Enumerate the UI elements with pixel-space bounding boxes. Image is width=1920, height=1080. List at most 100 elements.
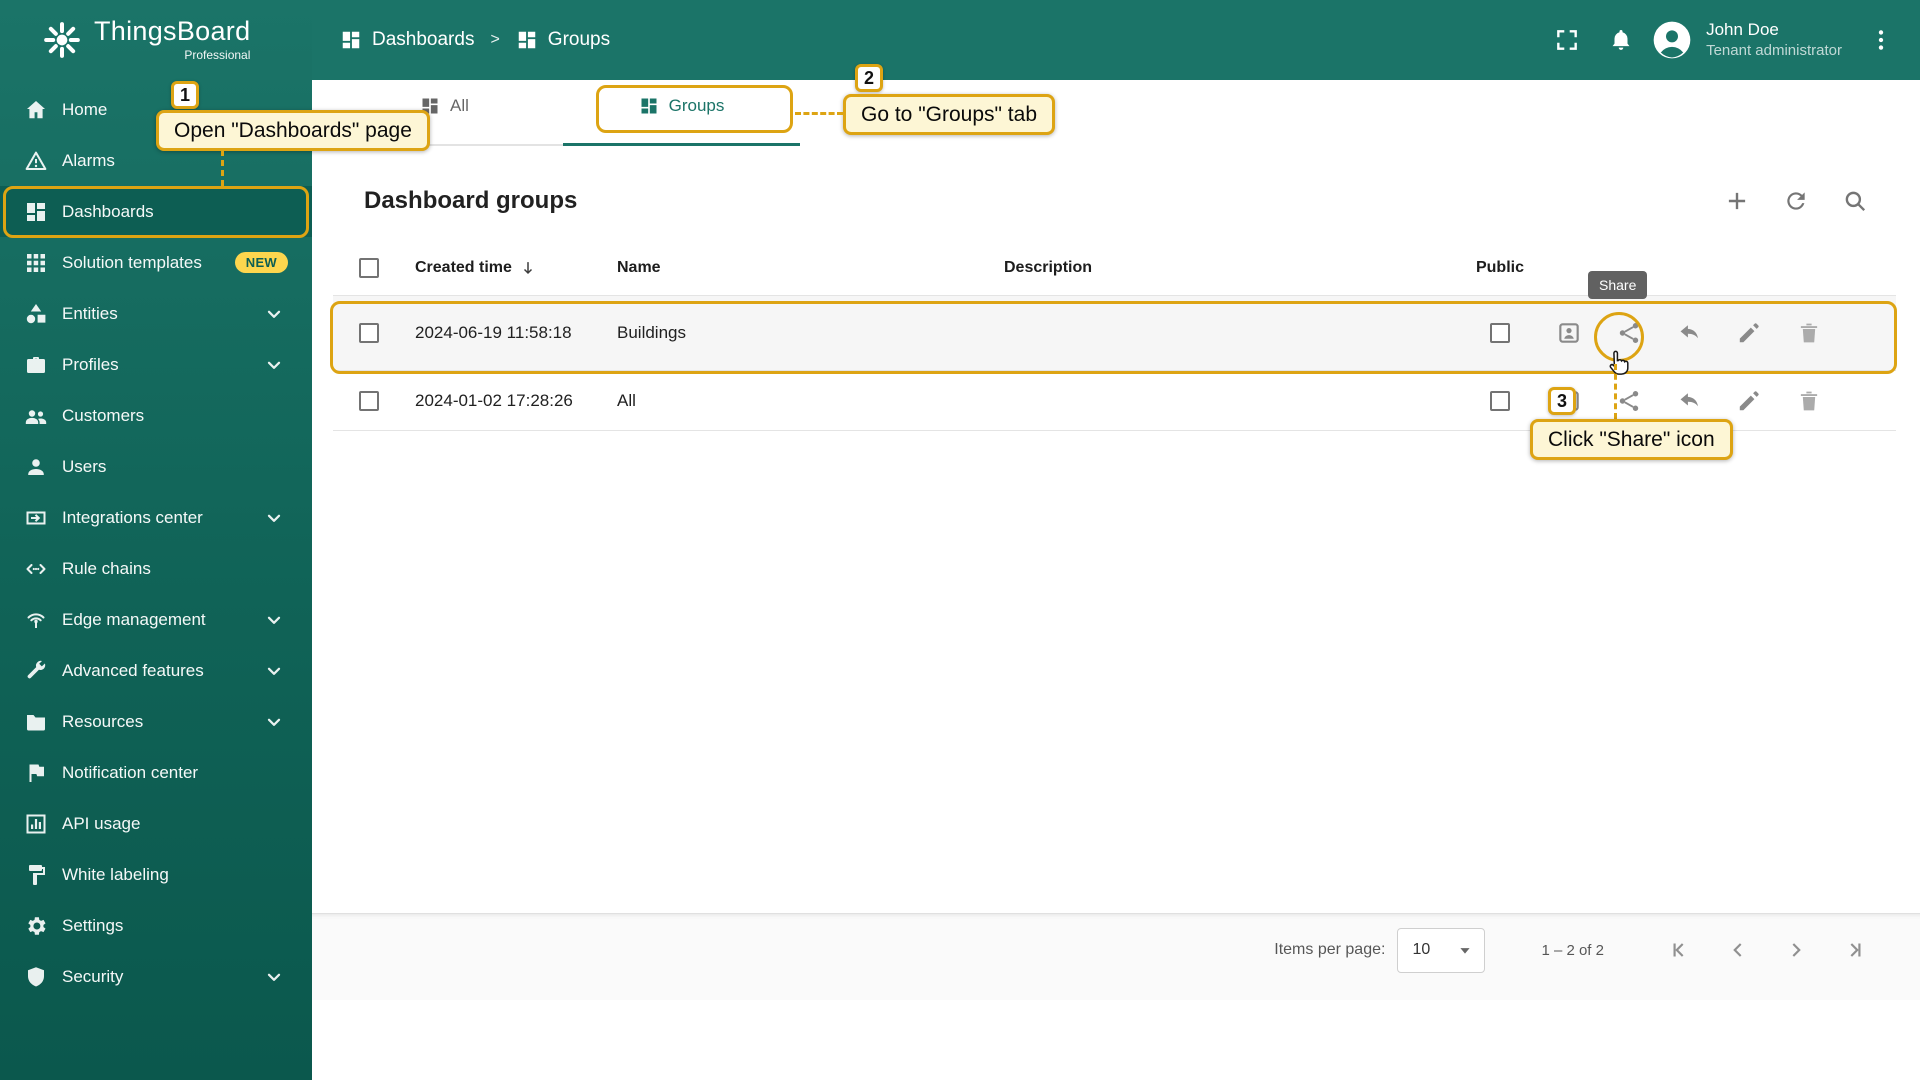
row-checkbox[interactable] bbox=[359, 390, 379, 411]
folder-icon bbox=[24, 710, 48, 734]
sidebar-item-entities[interactable]: Entities bbox=[0, 288, 312, 339]
topbar-actions: John Doe Tenant administrator bbox=[1544, 17, 1904, 63]
sidebar-item-label: Solution templates bbox=[62, 252, 202, 272]
table-row[interactable]: 2024-06-19 11:58:18 Buildings bbox=[333, 296, 1896, 371]
app-window: ThingsBoard Professional Home Alarms Das… bbox=[0, 0, 1920, 1080]
avatar[interactable] bbox=[1652, 20, 1692, 60]
sidebar-item-label: Edge management bbox=[62, 609, 206, 629]
edit-pencil-icon[interactable] bbox=[1736, 388, 1762, 414]
add-icon[interactable] bbox=[1724, 188, 1750, 214]
search-icon[interactable] bbox=[1842, 188, 1868, 214]
previous-page-button[interactable] bbox=[1716, 928, 1760, 972]
previous-page-icon bbox=[1725, 937, 1751, 963]
sidebar-item-customers[interactable]: Customers bbox=[0, 390, 312, 441]
undo-arrow-icon[interactable] bbox=[1676, 388, 1702, 414]
paginator: Items per page: 10 1 – 2 of 2 bbox=[312, 913, 1920, 1000]
public-checkbox[interactable] bbox=[1490, 390, 1510, 411]
sidebar-item-rule-chains[interactable]: Rule chains bbox=[0, 543, 312, 594]
sidebar-item-label: Advanced features bbox=[62, 660, 204, 680]
new-badge: NEW bbox=[234, 252, 288, 273]
brand-logo[interactable]: ThingsBoard Professional bbox=[0, 0, 312, 80]
antenna-icon bbox=[24, 608, 48, 632]
sidebar-item-api-usage[interactable]: API usage bbox=[0, 798, 312, 849]
chart-box-icon bbox=[24, 812, 48, 836]
sort-desc-icon[interactable] bbox=[518, 258, 538, 278]
tab-bar: All Groups bbox=[312, 80, 1920, 146]
share-nodes-icon[interactable] bbox=[1616, 320, 1642, 346]
more-menu-button[interactable] bbox=[1858, 17, 1904, 63]
column-header-created-time[interactable]: Created time bbox=[415, 259, 512, 277]
share-button person-badge-icon[interactable] bbox=[1556, 320, 1582, 346]
next-page-button[interactable] bbox=[1774, 928, 1818, 972]
sidebar-item-edge-management[interactable]: Edge management bbox=[0, 594, 312, 645]
sidebar-item-label: Profiles bbox=[62, 354, 119, 374]
category-icon bbox=[24, 302, 48, 326]
sidebar-item-advanced-features[interactable]: Advanced features bbox=[0, 645, 312, 696]
sidebar-item-dashboards[interactable]: Dashboards bbox=[0, 186, 312, 237]
column-header-description[interactable]: Description bbox=[993, 259, 1444, 277]
share-nodes-icon[interactable] bbox=[1616, 388, 1642, 414]
sidebar: ThingsBoard Professional Home Alarms Das… bbox=[0, 0, 312, 1080]
breadcrumb-label: Groups bbox=[547, 29, 611, 50]
chevron-down-icon bbox=[262, 710, 286, 734]
sidebar-item-solution-templates[interactable]: Solution templates NEW bbox=[0, 237, 312, 288]
sidebar-item-profiles[interactable]: Profiles bbox=[0, 339, 312, 390]
tab-groups[interactable]: Groups bbox=[563, 80, 800, 146]
column-header-name[interactable]: Name bbox=[603, 259, 993, 277]
breadcrumb-groups[interactable]: Groups bbox=[516, 29, 610, 51]
integration-icon bbox=[24, 506, 48, 530]
breadcrumb-dashboards[interactable]: Dashboards bbox=[340, 29, 474, 51]
tab-label: All bbox=[450, 96, 469, 115]
sidebar-item-label: White labeling bbox=[62, 864, 169, 884]
brand-name: ThingsBoard bbox=[94, 16, 251, 46]
user-info[interactable]: John Doe Tenant administrator bbox=[1706, 19, 1842, 61]
sidebar-item-label: Integrations center bbox=[62, 507, 203, 527]
sidebar-item-label: Users bbox=[62, 456, 107, 476]
first-page-button[interactable] bbox=[1658, 928, 1702, 972]
dashboards-icon bbox=[340, 29, 362, 51]
dashboards-icon bbox=[24, 200, 48, 224]
table-row[interactable]: 2024-01-02 17:28:26 All bbox=[333, 371, 1896, 431]
breadcrumb-label: Dashboards bbox=[372, 29, 475, 50]
tab-all[interactable]: All bbox=[326, 80, 563, 146]
sidebar-item-home[interactable]: Home bbox=[0, 84, 312, 135]
flag-icon bbox=[24, 761, 48, 785]
cell-name: All bbox=[617, 390, 636, 410]
public-checkbox[interactable] bbox=[1490, 323, 1510, 343]
share-button person-badge-icon[interactable] bbox=[1556, 388, 1582, 414]
next-page-icon bbox=[1783, 937, 1809, 963]
kebab-menu-icon bbox=[1868, 27, 1894, 53]
sidebar-item-label: Rule chains bbox=[62, 558, 151, 578]
sidebar-item-security[interactable]: Security bbox=[0, 951, 312, 1002]
delete-trash-icon[interactable] bbox=[1796, 320, 1822, 346]
select-all-checkbox[interactable] bbox=[359, 258, 379, 278]
user-name: John Doe bbox=[1706, 20, 1779, 40]
notifications-button[interactable] bbox=[1598, 17, 1644, 63]
last-page-button[interactable] bbox=[1832, 928, 1876, 972]
caret-down-icon bbox=[1454, 939, 1476, 961]
sidebar-item-settings[interactable]: Settings bbox=[0, 900, 312, 951]
sidebar-item-resources[interactable]: Resources bbox=[0, 696, 312, 747]
sidebar-item-white-labeling[interactable]: White labeling bbox=[0, 849, 312, 900]
sidebar-item-alarms[interactable]: Alarms bbox=[0, 135, 312, 186]
code-brackets-icon bbox=[24, 557, 48, 581]
fullscreen-button[interactable] bbox=[1544, 17, 1590, 63]
undo-arrow-icon[interactable] bbox=[1676, 320, 1702, 346]
items-per-page-select[interactable]: 10 bbox=[1397, 927, 1486, 973]
sidebar-item-users[interactable]: Users bbox=[0, 441, 312, 492]
fullscreen-icon bbox=[1554, 27, 1580, 53]
last-page-icon bbox=[1841, 937, 1867, 963]
delete-trash-icon[interactable] bbox=[1796, 388, 1822, 414]
sidebar-item-label: Alarms bbox=[62, 150, 115, 170]
main-area: Dashboards > Groups John Doe Tenant admi… bbox=[312, 0, 1920, 1080]
row-checkbox[interactable] bbox=[359, 323, 379, 343]
items-per-page-label: Items per page: bbox=[1274, 941, 1386, 958]
sidebar-item-label: Customers bbox=[62, 405, 145, 425]
wrench-icon bbox=[24, 659, 48, 683]
edit-pencil-icon[interactable] bbox=[1736, 320, 1762, 346]
sidebar-item-integrations-center[interactable]: Integrations center bbox=[0, 492, 312, 543]
refresh-icon[interactable] bbox=[1783, 188, 1809, 214]
chevron-down-icon bbox=[262, 965, 286, 989]
sidebar-item-notification-center[interactable]: Notification center bbox=[0, 747, 312, 798]
row-actions bbox=[1556, 320, 1896, 346]
